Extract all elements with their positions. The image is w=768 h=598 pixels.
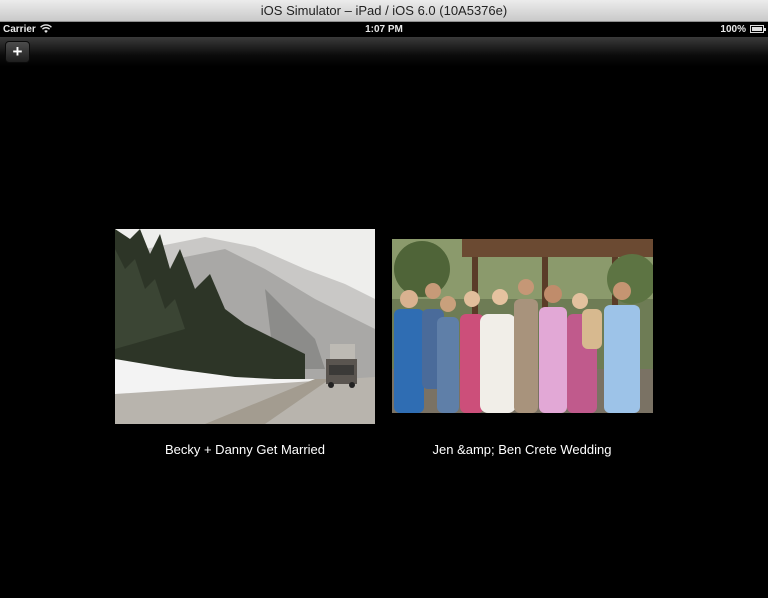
album-thumbnail-2[interactable] [392, 239, 653, 413]
status-bar: Carrier 1:07 PM 100% [0, 22, 768, 37]
status-time: 1:07 PM [365, 24, 403, 35]
album-caption-2[interactable]: Jen &amp; Ben Crete Wedding [372, 442, 672, 457]
navigation-bar: + [0, 37, 768, 67]
snowy-mountain-highway-photo [115, 229, 375, 424]
album-thumbnail-1[interactable] [115, 229, 375, 424]
window-title-bar: iOS Simulator – iPad / iOS 6.0 (10A5376e… [0, 0, 768, 22]
album-caption-1[interactable]: Becky + Danny Get Married [95, 442, 395, 457]
battery-icon [750, 25, 766, 33]
wedding-group-photo [392, 239, 653, 413]
window-title: iOS Simulator – iPad / iOS 6.0 (10A5376e… [260, 3, 508, 18]
add-button[interactable]: + [5, 41, 30, 63]
battery-percent: 100% [720, 24, 746, 35]
